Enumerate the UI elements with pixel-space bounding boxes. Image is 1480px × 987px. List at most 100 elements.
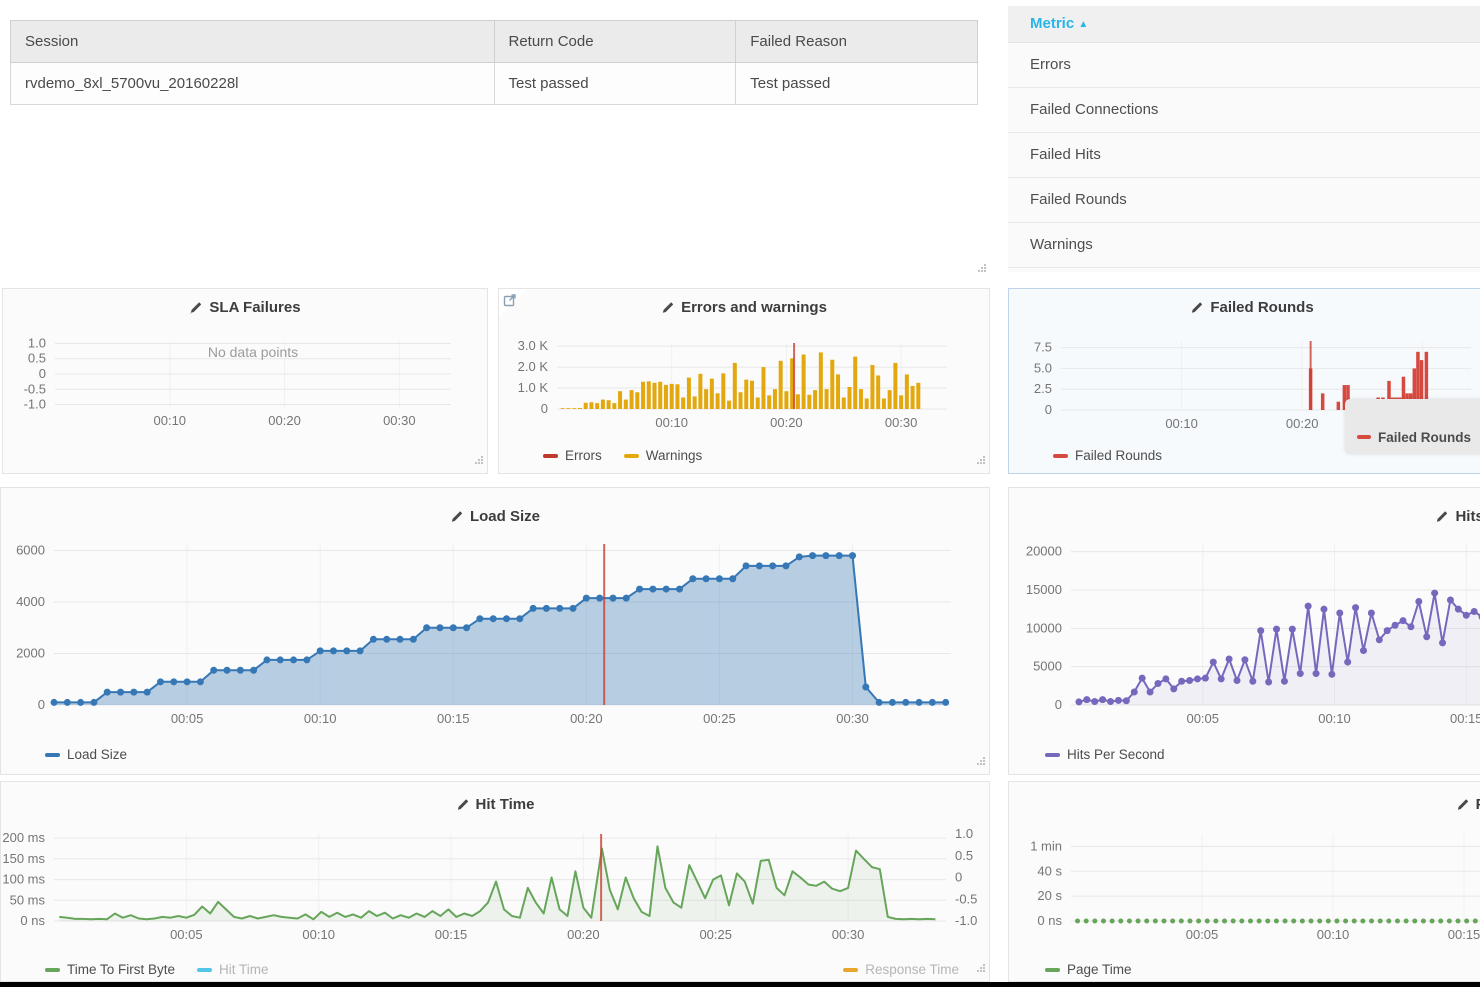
resize-grip-icon[interactable] bbox=[474, 452, 484, 470]
svg-text:-1.0: -1.0 bbox=[955, 913, 977, 928]
resize-grip-icon[interactable] bbox=[976, 753, 986, 771]
svg-text:50 ms: 50 ms bbox=[10, 892, 46, 907]
dashboard-screen: Session Return Code Failed Reason rvdemo… bbox=[0, 0, 1480, 987]
svg-text:0 ns: 0 ns bbox=[20, 913, 45, 928]
svg-text:00:10: 00:10 bbox=[302, 927, 335, 942]
session-results-table: Session Return Code Failed Reason rvdemo… bbox=[10, 20, 978, 105]
metric-header-label: Metric bbox=[1030, 15, 1074, 32]
svg-text:00:05: 00:05 bbox=[170, 927, 203, 942]
hit-time-panel: Hit Time 200 ms150 ms100 ms50 ms0 ns1.00… bbox=[0, 781, 990, 982]
sort-ascending-icon: ▲ bbox=[1078, 19, 1088, 30]
svg-text:00:10: 00:10 bbox=[154, 413, 187, 428]
svg-text:00:05: 00:05 bbox=[1186, 711, 1219, 726]
svg-text:15000: 15000 bbox=[1026, 582, 1062, 597]
column-header-failed-reason[interactable]: Failed Reason bbox=[736, 21, 978, 63]
legend-color-dash bbox=[624, 454, 639, 458]
svg-text:00:05: 00:05 bbox=[171, 711, 204, 726]
svg-text:00:15: 00:15 bbox=[1450, 711, 1480, 726]
legend-item-response-time[interactable]: Response Time bbox=[843, 962, 959, 977]
svg-text:0: 0 bbox=[541, 401, 548, 416]
metric-column-header[interactable]: Metric ▲ bbox=[1008, 6, 1480, 43]
svg-text:00:25: 00:25 bbox=[699, 927, 732, 942]
column-header-return-code[interactable]: Return Code bbox=[494, 21, 736, 63]
svg-text:7.5: 7.5 bbox=[1034, 340, 1052, 355]
svg-text:-1.0: -1.0 bbox=[24, 397, 46, 412]
svg-text:00:15: 00:15 bbox=[437, 711, 470, 726]
svg-text:No data points: No data points bbox=[208, 344, 298, 360]
svg-text:00:10: 00:10 bbox=[1317, 927, 1350, 942]
svg-text:00:20: 00:20 bbox=[567, 927, 600, 942]
chart-legend: Hits Per Second bbox=[1045, 747, 1480, 762]
chart-legend: Load Size bbox=[45, 747, 949, 762]
svg-text:4000: 4000 bbox=[16, 594, 45, 609]
hit-time-chart-canvas[interactable]: 200 ms150 ms100 ms50 ms0 ns1.00.50-0.5-1… bbox=[1, 782, 989, 981]
session-table-row[interactable]: rvdemo_8xl_5700vu_20160228l Test passed … bbox=[11, 63, 978, 105]
svg-text:00:20: 00:20 bbox=[268, 413, 301, 428]
svg-text:00:10: 00:10 bbox=[655, 415, 688, 430]
svg-text:00:10: 00:10 bbox=[304, 711, 337, 726]
session-name-cell: rvdemo_8xl_5700vu_20160228l bbox=[11, 63, 495, 105]
hits-per-second-panel: Hits Per Second 2000015000100005000000:0… bbox=[1008, 487, 1480, 775]
sla-failures-chart-canvas[interactable]: 1.00.50-0.5-1.000:1000:2000:30No data po… bbox=[3, 289, 487, 473]
legend-item-page-time[interactable]: Page Time bbox=[1045, 962, 1132, 977]
svg-text:2.0 K: 2.0 K bbox=[518, 359, 549, 374]
hits-per-second-chart-canvas[interactable]: 2000015000100005000000:0500:1000:1500:20… bbox=[1009, 488, 1480, 774]
resize-grip-icon[interactable] bbox=[977, 260, 987, 278]
svg-text:20000: 20000 bbox=[1026, 544, 1062, 559]
column-header-session[interactable]: Session bbox=[11, 21, 495, 63]
svg-text:6000: 6000 bbox=[16, 542, 45, 557]
svg-text:40 s: 40 s bbox=[1037, 863, 1062, 878]
legend-item-failed-rounds[interactable]: Failed Rounds bbox=[1053, 448, 1162, 463]
svg-text:00:10: 00:10 bbox=[1165, 416, 1198, 431]
legend-item-time-to-first-byte[interactable]: Time To First Byte bbox=[45, 962, 175, 977]
svg-text:1.0: 1.0 bbox=[28, 335, 46, 350]
failed-rounds-panel: Failed Rounds 7.55.02.5000:1000:2000:30 … bbox=[1008, 288, 1480, 474]
resize-grip-icon[interactable] bbox=[976, 960, 986, 978]
metric-row-warnings[interactable]: Warnings bbox=[1008, 223, 1480, 268]
svg-text:3.0 K: 3.0 K bbox=[518, 338, 549, 353]
resize-grip-icon[interactable] bbox=[976, 452, 986, 470]
svg-text:00:20: 00:20 bbox=[770, 415, 803, 430]
metric-row-failed-rounds[interactable]: Failed Rounds bbox=[1008, 178, 1480, 223]
svg-text:5000: 5000 bbox=[1033, 659, 1062, 674]
legend-item-hits-per-second[interactable]: Hits Per Second bbox=[1045, 747, 1165, 762]
legend-color-dash bbox=[1053, 454, 1068, 458]
svg-text:2.5: 2.5 bbox=[1034, 381, 1052, 396]
svg-text:10000: 10000 bbox=[1026, 620, 1062, 635]
svg-text:00:15: 00:15 bbox=[1448, 927, 1480, 942]
svg-text:5.0: 5.0 bbox=[1034, 360, 1052, 375]
svg-text:00:05: 00:05 bbox=[1186, 927, 1219, 942]
svg-text:0: 0 bbox=[955, 870, 962, 885]
svg-text:00:30: 00:30 bbox=[383, 413, 416, 428]
legend-item-warnings[interactable]: Warnings bbox=[624, 448, 703, 463]
metric-row-failed-connections[interactable]: Failed Connections bbox=[1008, 88, 1480, 133]
svg-text:00:30: 00:30 bbox=[836, 711, 869, 726]
svg-text:20 s: 20 s bbox=[1037, 888, 1062, 903]
metric-table-panel: Metric ▲ Errors Failed Connections Faile… bbox=[1008, 6, 1480, 272]
load-size-chart-canvas[interactable]: 600040002000000:0500:1000:1500:2000:2500… bbox=[1, 488, 989, 774]
svg-text:0: 0 bbox=[39, 366, 46, 381]
errors-warnings-chart-canvas[interactable]: 3.0 K2.0 K1.0 K000:1000:2000:30 bbox=[499, 289, 989, 473]
svg-text:0: 0 bbox=[1045, 402, 1052, 417]
chart-legend: Time To First Byte Hit Time Response Time bbox=[45, 962, 959, 977]
legend-item-errors[interactable]: Errors bbox=[543, 448, 602, 463]
legend-color-dash bbox=[45, 753, 60, 757]
svg-text:00:30: 00:30 bbox=[832, 927, 865, 942]
legend-color-dash bbox=[843, 968, 858, 972]
metric-row-failed-hits[interactable]: Failed Hits bbox=[1008, 133, 1480, 178]
session-table-header-row: Session Return Code Failed Reason bbox=[11, 21, 978, 63]
svg-text:00:20: 00:20 bbox=[1286, 416, 1319, 431]
legend-item-load-size[interactable]: Load Size bbox=[45, 747, 127, 762]
svg-text:100 ms: 100 ms bbox=[2, 872, 45, 887]
legend-item-hit-time[interactable]: Hit Time bbox=[197, 962, 269, 977]
page-time-chart-canvas[interactable]: 1 min40 s20 s0 ns00:0500:1000:1500:2000:… bbox=[1009, 782, 1480, 981]
chart-legend: Page Time bbox=[1045, 962, 1480, 977]
legend-color-dash bbox=[543, 454, 558, 458]
tooltip-series-dash bbox=[1357, 435, 1371, 439]
svg-text:0.5: 0.5 bbox=[28, 351, 46, 366]
failed-reason-cell: Test passed bbox=[736, 63, 978, 105]
metric-row-errors[interactable]: Errors bbox=[1008, 43, 1480, 88]
load-size-panel: Load Size 600040002000000:0500:1000:1500… bbox=[0, 487, 990, 775]
tooltip-series-label: Failed Rounds bbox=[1378, 430, 1471, 445]
svg-text:2000: 2000 bbox=[16, 645, 45, 660]
